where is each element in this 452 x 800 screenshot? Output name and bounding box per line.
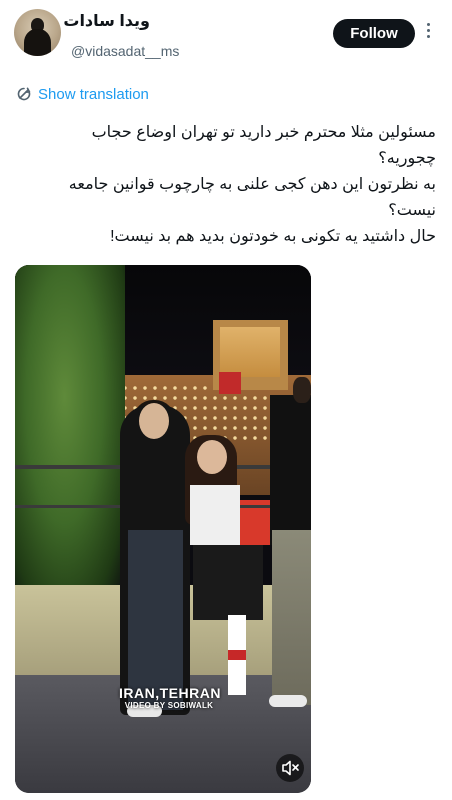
- translate-icon: [17, 87, 31, 101]
- more-options-icon[interactable]: [424, 23, 432, 43]
- tweet-video[interactable]: IRAN,TEHRAN VIDEO BY SOBIWALK: [15, 265, 311, 793]
- watermark-city: IRAN,TEHRAN: [119, 685, 221, 701]
- person-jeans: [128, 530, 183, 710]
- tweet-line: حال داشتید یه تکونی به خودتون بدید هم بد…: [110, 228, 436, 245]
- person-red-socks: [228, 650, 246, 660]
- avatar[interactable]: [14, 9, 61, 56]
- avatar-figure-body: [24, 29, 51, 56]
- tweet-text: مسئولین مثلا محترم خبر دارید تو تهران او…: [16, 120, 436, 250]
- speaker-muted-icon: [282, 760, 299, 776]
- tree: [15, 265, 125, 595]
- tweet-line: به نظرتون این دهن کجی علنی به چارچوب قوا…: [68, 176, 436, 193]
- person-shoes: [269, 695, 307, 707]
- person-head: [197, 440, 227, 474]
- person-white-top: [190, 485, 240, 545]
- tweet-line: نیست؟: [388, 202, 436, 219]
- person-camo-pants: [272, 530, 311, 705]
- mute-button[interactable]: [276, 754, 304, 782]
- display-name[interactable]: ویدا سادات: [63, 11, 150, 31]
- tweet-line: مسئولین مثلا محترم خبر دارید تو تهران او…: [91, 124, 436, 141]
- watermark-credit: VIDEO BY SOBIWALK: [124, 701, 214, 710]
- red-sign: [219, 372, 241, 394]
- follow-button[interactable]: Follow: [333, 19, 415, 48]
- person-seated-legs: [193, 545, 263, 620]
- show-translation-link[interactable]: Show translation: [16, 84, 149, 104]
- tweet-line: چجوریه؟: [378, 150, 436, 167]
- person-head: [139, 403, 169, 439]
- video-watermark: IRAN,TEHRAN VIDEO BY SOBIWALK: [119, 685, 221, 710]
- tweet-header: ویدا سادات @vidasadat__ms Follow: [0, 0, 452, 68]
- show-translation-label: Show translation: [38, 85, 149, 103]
- tower-lights: [220, 327, 280, 377]
- person-back-turned: [270, 395, 311, 545]
- user-handle[interactable]: @vidasadat__ms: [71, 43, 179, 59]
- person-head: [293, 377, 311, 403]
